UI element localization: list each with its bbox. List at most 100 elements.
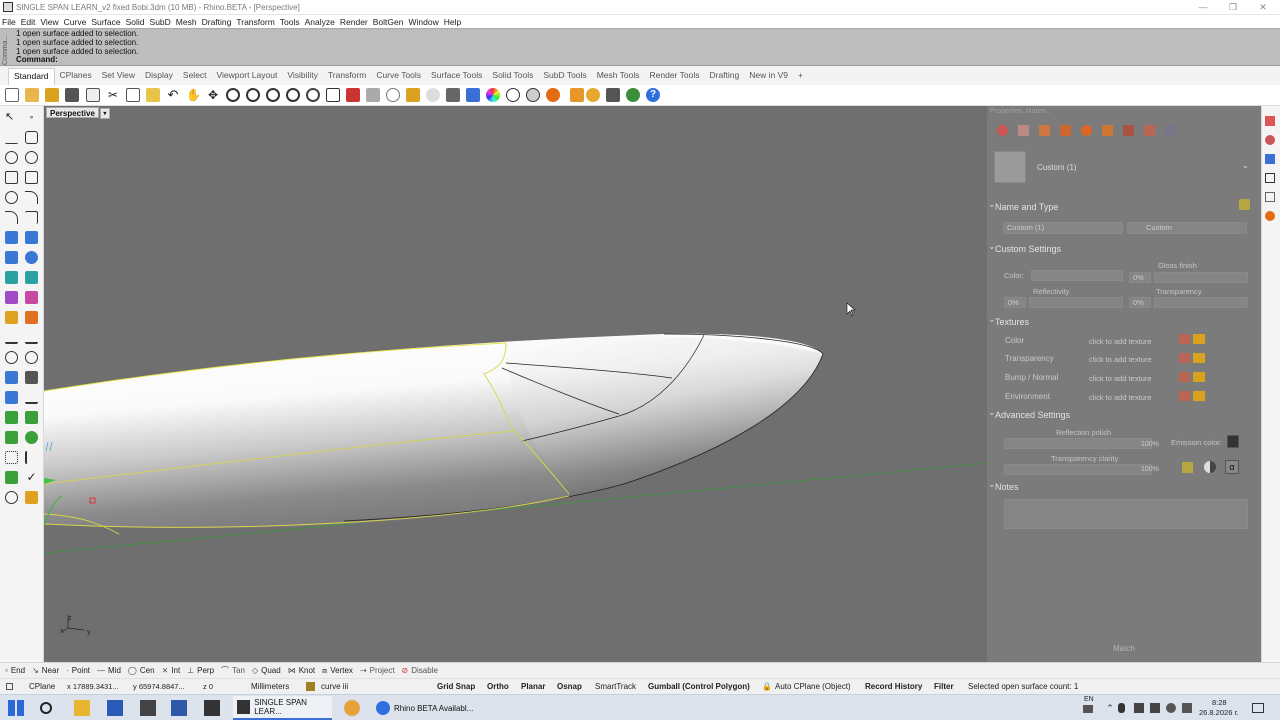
tab-visibility[interactable]: Visibility: [282, 68, 323, 85]
texture-environment-add[interactable]: click to add texture: [1089, 393, 1152, 402]
transparency-slider[interactable]: [1154, 297, 1248, 308]
box-icon[interactable]: [5, 251, 18, 264]
menu-analyze[interactable]: Analyze: [305, 17, 335, 27]
dimension-icon[interactable]: [5, 391, 18, 404]
osnap-toggle[interactable]: Osnap: [557, 682, 582, 691]
gloss-finish-slider[interactable]: [1154, 272, 1248, 283]
reflectivity-value[interactable]: 0%: [1004, 297, 1026, 308]
material-name-label[interactable]: Custom (1): [1037, 163, 1077, 172]
reflectivity-slider[interactable]: [1029, 297, 1123, 308]
osnap-knot[interactable]: ⋈ Knot: [288, 666, 315, 675]
taskbar-browser-window[interactable]: Rhino BETA Availabl...: [372, 696, 476, 720]
menu-solid[interactable]: Solid: [126, 17, 145, 27]
menu-transform[interactable]: Transform: [236, 17, 274, 27]
curvature-icon[interactable]: [5, 471, 18, 484]
color-swatch-field[interactable]: [1031, 270, 1123, 281]
network-icon[interactable]: [1134, 703, 1144, 713]
materials-tab-icon[interactable]: [1265, 135, 1275, 145]
osnap-project[interactable]: ⇢ Project: [360, 666, 395, 675]
menu-subd[interactable]: SubD: [150, 17, 171, 27]
clock-time[interactable]: 8:28: [1212, 698, 1227, 707]
osnap-vertex[interactable]: ⧈ Vertex: [322, 666, 353, 676]
grasshopper-icon[interactable]: [606, 88, 620, 102]
tab-render-tools[interactable]: Render Tools: [645, 68, 705, 85]
osnap-point[interactable]: · Point: [66, 666, 90, 675]
tab-subd-tools[interactable]: SubD Tools: [538, 68, 591, 85]
microphone-icon[interactable]: [1118, 703, 1125, 713]
texture-bump-add[interactable]: click to add texture: [1089, 374, 1152, 383]
settings-icon[interactable]: [140, 700, 156, 716]
import-icon[interactable]: [86, 88, 100, 102]
record-history-toggle[interactable]: Record History: [865, 682, 922, 691]
rectangle-icon[interactable]: [25, 171, 38, 184]
section-advanced-settings[interactable]: Advanced Settings: [988, 407, 1070, 420]
mesh-icon[interactable]: [25, 291, 38, 304]
extrude-icon[interactable]: [25, 231, 38, 244]
fillet-curve-icon[interactable]: [25, 191, 38, 204]
hatch-icon[interactable]: [25, 391, 38, 404]
match-button[interactable]: Match: [1113, 644, 1135, 653]
tab-curve-tools[interactable]: Curve Tools: [371, 68, 426, 85]
package-manager-icon[interactable]: [626, 88, 640, 102]
sweep-icon[interactable]: [25, 251, 38, 264]
copy-icon[interactable]: [126, 88, 140, 102]
object-cube-icon[interactable]: [1102, 125, 1113, 136]
polyline-icon[interactable]: [5, 131, 18, 144]
zoom-icon[interactable]: [226, 88, 240, 102]
menu-file[interactable]: File: [2, 17, 16, 27]
add-tab-button[interactable]: +: [793, 68, 808, 85]
four-viewports-icon[interactable]: [326, 88, 340, 102]
material-dropdown-chevron-icon[interactable]: ⌄: [1242, 161, 1249, 170]
open-folder-icon[interactable]: [25, 88, 39, 102]
texture-bump-icon[interactable]: [1179, 372, 1190, 382]
material-preview-thumbnail[interactable]: [994, 151, 1026, 183]
check-icon[interactable]: ✓: [25, 471, 38, 484]
layout-icon[interactable]: [25, 451, 38, 464]
osnap-icon[interactable]: [406, 88, 420, 102]
display-icon[interactable]: [1166, 703, 1176, 713]
environment-icon[interactable]: [1165, 125, 1176, 136]
select-arrow-icon[interactable]: ↖: [5, 111, 18, 124]
clock-date[interactable]: 26.8.2026 г.: [1199, 708, 1238, 717]
osnap-mid[interactable]: — Mid: [97, 666, 121, 675]
save-icon[interactable]: [45, 88, 59, 102]
help-icon[interactable]: ?: [646, 88, 660, 102]
explode-icon[interactable]: [25, 311, 38, 324]
split-icon[interactable]: [25, 331, 38, 344]
plane-surface-icon[interactable]: [5, 231, 18, 244]
viewport-title-tab[interactable]: Perspective ▾: [46, 107, 110, 119]
status-units[interactable]: Millimeters: [251, 682, 289, 691]
brick-icon[interactable]: [1123, 125, 1134, 136]
keyboard-icon[interactable]: [1083, 705, 1093, 713]
boolean-icon[interactable]: [5, 311, 18, 324]
section-name-and-type[interactable]: Name and Type: [988, 199, 1058, 212]
tab-cplanes[interactable]: CPlanes: [55, 68, 97, 85]
menu-surface[interactable]: Surface: [91, 17, 120, 27]
ellipse-icon[interactable]: [25, 151, 38, 164]
zoom-window-icon[interactable]: [246, 88, 260, 102]
cut-icon[interactable]: ✂: [106, 88, 120, 102]
hide-objects-icon[interactable]: [366, 88, 380, 102]
gloss-finish-value[interactable]: 0%: [1129, 272, 1151, 283]
render-sphere-icon[interactable]: [546, 88, 560, 102]
menu-render[interactable]: Render: [340, 17, 368, 27]
wood-icon[interactable]: [1144, 125, 1155, 136]
zoom-selected-icon[interactable]: [286, 88, 300, 102]
tab-viewport-layout[interactable]: Viewport Layout: [212, 68, 283, 85]
reflection-polish-slider[interactable]: [1004, 438, 1152, 449]
join-icon[interactable]: [5, 351, 18, 364]
chevron-up-icon[interactable]: ⌃: [1102, 700, 1118, 716]
arc-icon[interactable]: [5, 191, 18, 204]
osnap-perp[interactable]: ⊥ Perp: [187, 666, 214, 675]
analyze-icon[interactable]: [25, 431, 38, 444]
cplane-icon[interactable]: [386, 88, 400, 102]
texture-environment-icon[interactable]: [1179, 391, 1190, 401]
file-explorer-icon[interactable]: [74, 700, 90, 716]
transparency-clarity-slider[interactable]: [1004, 464, 1152, 475]
status-panel-toggle-icon[interactable]: [6, 683, 13, 690]
texture-bump-folder-icon[interactable]: [1193, 372, 1205, 382]
texture-color-icon[interactable]: [1179, 334, 1190, 344]
edit-points-icon[interactable]: [25, 411, 38, 424]
zoom-extents-icon[interactable]: [266, 88, 280, 102]
undo-view-icon[interactable]: [306, 88, 320, 102]
